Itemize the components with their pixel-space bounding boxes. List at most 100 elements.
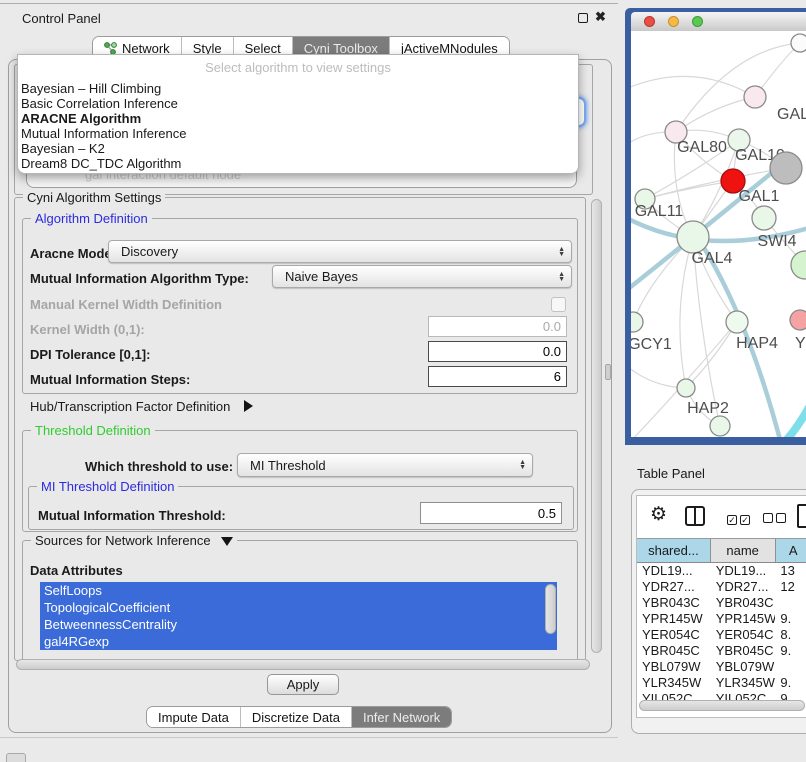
- table-toolbar: ⚙ ✓✓: [637, 496, 806, 539]
- network-edge: [686, 322, 737, 388]
- algorithm-definition-title: Algorithm Definition: [31, 211, 152, 226]
- table-cell: 9.: [775, 643, 806, 659]
- attribute-item-topologicalcoefficient[interactable]: TopologicalCoefficient: [40, 599, 557, 616]
- kernel-width-label: Kernel Width (0,1):: [30, 322, 145, 337]
- column-header-shared[interactable]: shared...: [637, 539, 711, 562]
- node-gal4[interactable]: [677, 221, 709, 253]
- apply-button-label: Apply: [287, 677, 320, 692]
- settings-gear-icon[interactable]: ⚙: [650, 505, 667, 525]
- table-body: YDL19...YDL19...13YDR27...YDR27...12YBR0…: [637, 563, 806, 707]
- aracne-mode-value: Discovery: [121, 244, 178, 259]
- column-header-a[interactable]: A: [776, 539, 806, 562]
- hub-definition-toggle[interactable]: Hub/Transcription Factor Definition: [30, 399, 253, 414]
- attribute-item-betweennesscentrality[interactable]: BetweennessCentrality: [40, 616, 557, 633]
- node-gcy1[interactable]: [631, 312, 643, 332]
- node-hap4[interactable]: [726, 311, 748, 333]
- table-row[interactable]: YLR345WYLR345W9.: [637, 675, 806, 691]
- node-unlabeled[interactable]: [791, 251, 806, 279]
- table-row[interactable]: YPR145WYPR145W9.: [637, 611, 806, 627]
- node-hap2[interactable]: [677, 379, 695, 397]
- algorithm-dropdown-popup: Select algorithm to view settings Bayesi…: [17, 54, 579, 174]
- mode-tab-infer-network[interactable]: Infer Network: [352, 707, 451, 727]
- dropdown-option-bayesian-hill-climbing[interactable]: Bayesian – Hill Climbing: [18, 81, 578, 96]
- attribute-item-gal4rgexp[interactable]: gal4RGexp: [40, 633, 557, 650]
- network-window-titlebar[interactable]: [631, 12, 806, 32]
- table-row[interactable]: YBR045CYBR045C9.: [637, 643, 806, 659]
- deselect-all-columns-icon[interactable]: [763, 510, 786, 528]
- table-cell: YBR043C: [711, 595, 776, 611]
- mi-type-value: Naive Bayes: [285, 269, 358, 284]
- node-gal[interactable]: [744, 86, 766, 108]
- table-row[interactable]: YER054CYER054C8.: [637, 627, 806, 643]
- which-threshold-value: MI Threshold: [250, 458, 326, 473]
- attributes-list-scrollbar[interactable]: [545, 584, 556, 634]
- data-attributes-list[interactable]: SelfLoopsTopologicalCoefficientBetweenne…: [40, 582, 557, 650]
- table-row[interactable]: YBR043CYBR043C: [637, 595, 806, 611]
- expand-right-arrow-icon[interactable]: [244, 400, 253, 412]
- table-cell: YDR27...: [637, 579, 711, 595]
- table-cell: [775, 659, 806, 675]
- aracne-mode-combo[interactable]: Discovery ▲▼: [108, 240, 572, 263]
- mi-steps-input[interactable]: [428, 366, 567, 387]
- table-horizontal-scrollbar[interactable]: [639, 700, 805, 711]
- kernel-width-input[interactable]: [428, 316, 567, 337]
- mi-threshold-input[interactable]: [420, 502, 562, 524]
- network-edge: [631, 76, 755, 97]
- settings-horizontal-scrollbar[interactable]: [16, 659, 590, 670]
- table-row[interactable]: YBL079WYBL079W: [637, 659, 806, 675]
- select-all-columns-icon[interactable]: ✓✓: [727, 510, 750, 528]
- dropdown-option-basic-correlation-inference[interactable]: Basic Correlation Inference: [18, 96, 578, 111]
- dropdown-option-bayesian-k2[interactable]: Bayesian – K2: [18, 141, 578, 156]
- table-cell: [775, 595, 806, 611]
- table-cell: 12: [775, 579, 806, 595]
- mi-type-combo[interactable]: Naive Bayes ▲▼: [272, 265, 572, 288]
- table-row[interactable]: YDL19...YDL19...13: [637, 563, 806, 579]
- splitter-handle[interactable]: [605, 364, 611, 380]
- column-header-name[interactable]: name: [711, 539, 776, 562]
- which-threshold-combo[interactable]: MI Threshold ▲▼: [237, 453, 533, 477]
- network-canvas[interactable]: GALGAL80GAL10GAL1GAL11GAL4SWI4GCY1HAP4YH…: [631, 31, 806, 437]
- table-cell: YBR045C: [637, 643, 711, 659]
- dropdown-option-dream8-dc-tdc-algorithm[interactable]: Dream8 DC_TDC Algorithm: [18, 156, 578, 171]
- dropdown-option-aracne-algorithm[interactable]: ARACNE Algorithm: [18, 111, 578, 126]
- table-cell: YBL079W: [711, 659, 776, 675]
- floating-toolbar-button[interactable]: [6, 753, 26, 762]
- float-panel-icon[interactable]: [578, 13, 588, 23]
- dpi-tolerance-input[interactable]: [428, 341, 567, 362]
- settings-vertical-scrollbar[interactable]: [591, 199, 602, 653]
- table-cell: YER054C: [637, 627, 711, 643]
- table-cell: YBR043C: [637, 595, 711, 611]
- manual-kernel-label: Manual Kernel Width Definition: [30, 297, 222, 312]
- zoom-window-button[interactable]: [692, 16, 703, 27]
- close-panel-icon[interactable]: ✖: [595, 9, 606, 25]
- split-columns-icon[interactable]: [685, 506, 705, 526]
- new-table-icon[interactable]: [797, 504, 806, 528]
- dropdown-placeholder: Select algorithm to view settings: [18, 55, 578, 81]
- table-row[interactable]: YDR27...YDR27...12: [637, 579, 806, 595]
- dropdown-option-mutual-information-inference[interactable]: Mutual Information Inference: [18, 126, 578, 141]
- node-y[interactable]: [790, 310, 806, 330]
- minimize-window-button[interactable]: [668, 16, 679, 27]
- table-cell: YPR145W: [711, 611, 776, 627]
- node-unlabeled[interactable]: [791, 34, 806, 52]
- sources-title-row[interactable]: Sources for Network Inference: [31, 533, 237, 548]
- apply-button[interactable]: Apply: [267, 674, 339, 695]
- node-label: SWI4: [757, 233, 796, 250]
- node-swi4[interactable]: [752, 206, 776, 230]
- bottom-divider: [0, 737, 618, 738]
- close-window-button[interactable]: [644, 16, 655, 27]
- collapse-down-arrow-icon[interactable]: [221, 537, 233, 546]
- table-cell: YPR145W: [637, 611, 711, 627]
- node-unlabeled[interactable]: [710, 416, 730, 436]
- node-label: HAP2: [687, 400, 729, 417]
- manual-kernel-checkbox[interactable]: [551, 297, 566, 312]
- combo-arrows-icon: ▲▼: [558, 272, 565, 282]
- network-graph[interactable]: GALGAL80GAL10GAL1GAL11GAL4SWI4GCY1HAP4YH…: [631, 31, 806, 437]
- attribute-item-selfloops[interactable]: SelfLoops: [40, 582, 557, 599]
- table-cell: 9.: [775, 675, 806, 691]
- mode-tab-discretize-data[interactable]: Discretize Data: [241, 707, 352, 727]
- hub-definition-label: Hub/Transcription Factor Definition: [30, 399, 230, 414]
- node-unlabeled[interactable]: [770, 152, 802, 184]
- mode-tab-label: Infer Network: [363, 710, 440, 725]
- mode-tab-impute-data[interactable]: Impute Data: [147, 707, 241, 727]
